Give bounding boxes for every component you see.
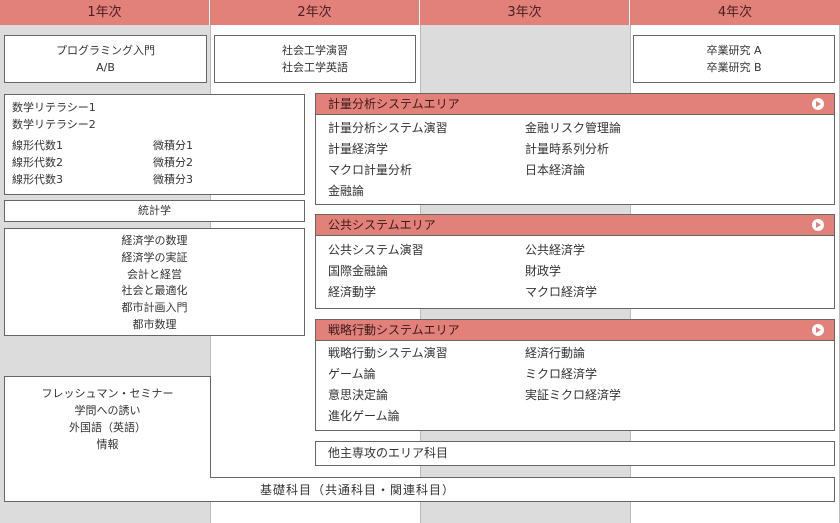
area-3-right-3: 実証ミクロ経済学: [525, 388, 622, 402]
area-1-left-2: 計量経済学: [328, 142, 389, 156]
basic-courses-label: 基礎科目（共通科目・関連科目）: [260, 483, 456, 497]
area-3-title: 戦略行動システムエリア: [328, 323, 460, 337]
econ-course-2: 経済学の実証: [121, 250, 188, 264]
basic-courses-right-edge: [834, 477, 835, 502]
area-3-left-3: 意思決定論: [328, 388, 389, 402]
year-header-2: 2年次: [210, 0, 420, 25]
invitation-to-learning: 学問への誘い: [74, 404, 141, 417]
freshman-course-list: フレッシュマン・セミナー 学問への誘い 外国語（英語） 情報: [4, 385, 211, 453]
play-arrow-icon[interactable]: [812, 324, 824, 336]
intro-programming-box: プログラミング入門 A/B: [4, 35, 207, 83]
linear-algebra-1: 線形代数1: [12, 139, 63, 152]
area-2-title: 公共システムエリア: [328, 218, 436, 232]
area-public-systems: 公共システムエリア 公共システム演習 公共経済学 国際金融論 財政学 経済動学 …: [315, 214, 835, 309]
intro-line-2: A/B: [96, 61, 115, 74]
area-2-left-1: 公共システム演習: [328, 243, 424, 257]
year-header-3: 3年次: [420, 0, 630, 25]
area-1-left-3: マクロ計量分析: [328, 163, 413, 177]
foreign-language: 外国語（英語）: [69, 421, 146, 434]
grad-line-1: 卒業研究 A: [706, 44, 762, 57]
area-title-quantitative[interactable]: 計量分析システムエリア: [316, 94, 834, 115]
area-3-right-1: 経済行動論: [525, 346, 586, 360]
area-1-right-1: 金融リスク管理論: [525, 121, 622, 135]
year-header-1: 1年次: [0, 0, 210, 25]
basic-courses-top-edge: [210, 477, 835, 478]
linear-algebra-3: 線形代数3: [12, 173, 63, 186]
statistics-label: 統計学: [138, 204, 171, 217]
area-title-public[interactable]: 公共システムエリア: [316, 215, 834, 236]
grad-line-2: 卒業研究 B: [706, 61, 762, 74]
statistics-box: 統計学: [4, 200, 305, 222]
play-arrow-icon[interactable]: [812, 219, 824, 231]
econ-course-3: 会計と経営: [127, 267, 182, 281]
area-title-strategic[interactable]: 戦略行動システムエリア: [316, 320, 834, 341]
calculus-1: 微積分1: [153, 139, 193, 152]
area-2-right-1: 公共経済学: [525, 243, 586, 257]
area-2-right-3: マクロ経済学: [525, 285, 598, 299]
area-1-right-2: 計量時系列分析: [525, 142, 610, 156]
graduation-research-box: 卒業研究 A 卒業研究 B: [633, 35, 835, 83]
play-arrow-icon[interactable]: [812, 98, 824, 110]
freshman-seminar: フレッシュマン・セミナー: [41, 387, 174, 400]
calculus-2: 微積分2: [153, 156, 193, 169]
area-1-title: 計量分析システムエリア: [328, 97, 460, 111]
econ-course-5: 都市計画入門: [121, 301, 188, 315]
other-major-label: 他主専攻のエリア科目: [328, 446, 449, 460]
area-quantitative-analysis: 計量分析システムエリア 計量分析システム演習 金融リスク管理論 計量経済学 計量…: [315, 93, 835, 205]
social-line-2: 社会工学英語: [282, 61, 348, 74]
year-header-4: 4年次: [630, 0, 840, 25]
economics-courses-box: 経済学の数理 経済学の実証 会計と経営 社会と最適化 都市計画入門 都市数理: [4, 228, 305, 336]
social-engineering-box: 社会工学演習 社会工学英語: [214, 35, 416, 83]
intro-line-1: プログラミング入門: [56, 44, 155, 57]
other-major-area-box: 他主専攻のエリア科目: [315, 441, 835, 466]
area-2-right-2: 財政学: [525, 264, 562, 278]
area-3-left-1: 戦略行動システム演習: [328, 346, 448, 360]
math-literacy-2: 数学リテラシー2: [12, 118, 96, 131]
social-line-1: 社会工学演習: [282, 44, 348, 57]
area-1-right-3: 日本経済論: [525, 163, 586, 177]
area-3-left-2: ゲーム論: [328, 367, 376, 381]
linear-algebra-2: 線形代数2: [12, 156, 63, 169]
area-3-right-2: ミクロ経済学: [525, 367, 598, 381]
econ-course-4: 社会と最適化: [121, 284, 188, 298]
area-1-left-4: 金融論: [328, 184, 365, 198]
math-literacy-1: 数学リテラシー1: [12, 101, 96, 114]
math-courses-box: 数学リテラシー1 数学リテラシー2 線形代数1 微積分1 線形代数2 微積分2 …: [4, 94, 305, 195]
area-2-left-3: 経済動学: [328, 285, 377, 299]
area-strategic-behavior: 戦略行動システムエリア 戦略行動システム演習 経済行動論 ゲーム論 ミクロ経済学…: [315, 319, 835, 431]
area-1-left-1: 計量分析システム演習: [328, 121, 448, 135]
econ-course-1: 経済学の数理: [121, 234, 188, 247]
calculus-3: 微積分3: [153, 173, 193, 186]
area-2-left-2: 国際金融論: [328, 264, 389, 278]
information: 情報: [96, 438, 119, 451]
area-3-left-4: 進化ゲーム論: [328, 409, 400, 423]
econ-course-6: 都市数理: [132, 317, 177, 331]
